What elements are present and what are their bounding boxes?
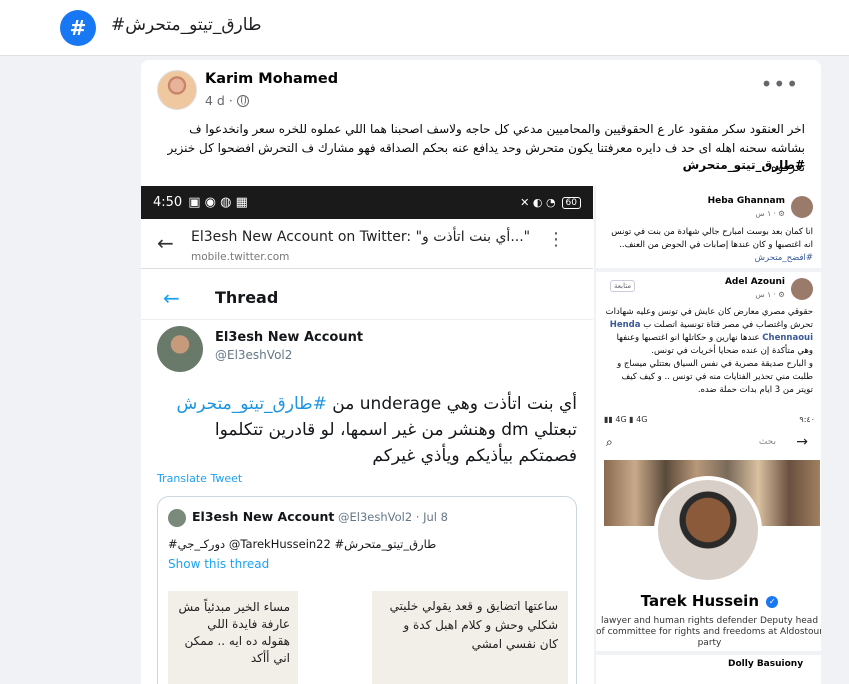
comment-text: انا كمان بعد بوست امبارح جالي شهادة من ب… (603, 226, 813, 265)
twitter-screenshot[interactable]: 4:50 ▣ ◉ ◍ ▦ ✕ ◐ ◔ 60 ← El3esh New Accou… (141, 186, 593, 684)
profile-bio: lawyer and human rights defender Deputy … (596, 616, 821, 648)
kebab-menu-icon: ⋮ (547, 229, 565, 250)
author-name[interactable]: Karim Mohamed (205, 71, 338, 87)
follow-badge: متابعة (610, 280, 636, 292)
tweet-text-part1: أي بنت اتأذت وهي underage من (326, 394, 577, 414)
hashtag-title[interactable]: #طارق_تيتو_متحرش (111, 15, 261, 35)
translate-tweet-link: Translate Tweet (157, 472, 243, 485)
quoted-author-name: El3esh New Account (192, 509, 335, 524)
commenter-avatar (791, 196, 813, 218)
page-title: El3esh New Account on Twitter: "أي بنت ا… (191, 229, 531, 245)
globe-icon (236, 94, 249, 107)
more-options-icon[interactable]: ••• (761, 72, 799, 96)
url-host: mobile.twitter.com (191, 251, 290, 263)
quoted-tweet: El3esh New Account @El3eshVol2 · Jul 8 #… (157, 496, 577, 684)
phone-status-bar: 4:50 ▣ ◉ ◍ ▦ ✕ ◐ ◔ 60 (141, 186, 593, 219)
tweet-author-handle: @El3eshVol2 (215, 348, 293, 362)
meta-separator: · (228, 93, 233, 108)
profile-name: Tarek Hussein ✓ (596, 592, 821, 610)
comment-time: ١ س · ⚙ (755, 209, 785, 218)
back-arrow-icon: ← (157, 231, 174, 255)
thread-header: ← Thread (141, 284, 593, 320)
tweet-hashtag: #طارق_تيتو_متحرش (176, 394, 327, 414)
forward-arrow-icon: → (796, 434, 808, 450)
hashtag-icon: # (60, 10, 96, 46)
verified-icon: ✓ (766, 595, 779, 608)
comment-hashtag: #افضح_متحرش (754, 253, 813, 263)
status-time: 4:50 (153, 195, 183, 210)
phone-status-bar: ▮▮ 4G ▮ 4G ٩:٤٠ (596, 412, 821, 430)
back-arrow-icon: ← (163, 286, 180, 310)
commenter-name: Adel Azouni (724, 277, 785, 287)
battery-icon: 60 (561, 196, 581, 209)
divider (596, 268, 821, 272)
author-avatar[interactable] (157, 70, 197, 110)
next-author-name: Dolly Basuiony (728, 659, 804, 669)
next-post-preview: Dolly Basuiony (596, 651, 821, 684)
hashtag-header: # #طارق_تيتو_متحرش (0, 0, 849, 56)
post-hashtag[interactable]: #طارق_تيتو_متحرش (157, 158, 805, 172)
comments-screenshot[interactable]: Heba Ghannam ١ س · ⚙ انا كمان بعد بوست ا… (594, 186, 821, 412)
quoted-image-right: ساعتها اتضايق و قعد يقولي خليتي شكلي وحش… (372, 591, 568, 684)
thread-title: Thread (215, 288, 279, 307)
tweet-author-name: El3esh New Account (215, 330, 364, 345)
tweet-avatar (157, 326, 203, 372)
tweet-text: أي بنت اتأذت وهي underage من #طارق_تيتو_… (157, 391, 577, 469)
comment-body: و البارح صديقة مصرية في نفس السياق بعتتل… (617, 359, 813, 395)
commenter-avatar (791, 278, 813, 300)
status-time: ٩:٤٠ (799, 415, 815, 424)
comment-text: حقوقي مصري معارض كان عايش في تونس وعليه … (603, 306, 813, 397)
quoted-text: #دوركـ_جي @TarekHussein22 #طارق_تيتو_متح… (168, 537, 437, 551)
signal-icons: ▮▮ 4G ▮ 4G (604, 415, 648, 424)
post-meta: 4 d · (205, 93, 249, 108)
comment-time: ١ س · ⚙ (755, 290, 785, 299)
search-placeholder: بحث (758, 437, 776, 447)
search-bar: ⌕ بحث → (604, 434, 816, 456)
search-icon: ⌕ (606, 435, 613, 449)
profile-screenshot[interactable]: ▮▮ 4G ▮ 4G ٩:٤٠ ⌕ بحث → Tarek Hussein ✓ … (594, 412, 821, 684)
quoted-author-handle: @El3eshVol2 · Jul 8 (338, 510, 448, 524)
browser-url-bar: ← El3esh New Account on Twitter: "أي بنت… (141, 219, 593, 269)
post-time[interactable]: 4 d (205, 93, 225, 108)
quoted-image-left: مساء الخير مبدئياً مش عارفة فايدة اللي ه… (168, 591, 298, 684)
tweet-text-part2: تبعتلي dm وهنشر من غير اسمها، لو قادرين … (214, 420, 577, 466)
comment-body: انا كمان بعد بوست امبارح جالي شهادة من ب… (611, 227, 813, 250)
feed-post: Karim Mohamed 4 d · ••• اخر العنقود سكر … (141, 60, 821, 684)
show-thread-link: Show this thread (168, 557, 270, 571)
signal-icons: ✕ ◐ ◔ (520, 196, 556, 209)
notification-icons: ▣ ◉ ◍ ▦ (188, 195, 248, 210)
commenter-name: Heba Ghannam (707, 196, 785, 206)
profile-name-text: Tarek Hussein (640, 592, 760, 610)
quoted-avatar (168, 509, 186, 527)
profile-picture (654, 476, 762, 584)
